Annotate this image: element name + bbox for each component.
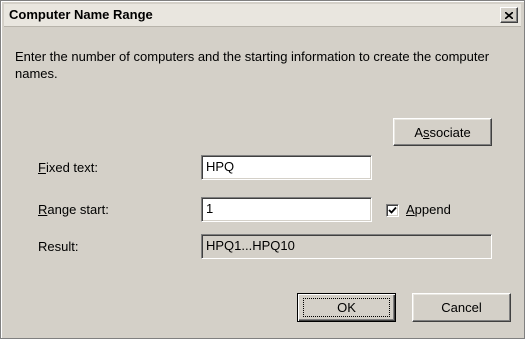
range-start-input[interactable]: 1: [201, 197, 372, 222]
close-button[interactable]: [500, 7, 518, 23]
result-label: Result:: [38, 239, 79, 254]
result-field: HPQ1...HPQ10: [201, 234, 492, 259]
range-start-label: Range start:: [38, 202, 109, 217]
computer-name-range-dialog: Computer Name Range Enter the number of …: [0, 0, 525, 339]
append-checkbox[interactable]: [386, 204, 399, 217]
fixed-text-input[interactable]: HPQ: [201, 155, 372, 180]
fixed-text-label: Fixed text:: [38, 160, 98, 175]
dialog-description: Enter the number of computers and the st…: [15, 49, 490, 81]
append-label[interactable]: Append: [406, 202, 451, 217]
associate-button[interactable]: Associate: [393, 118, 492, 146]
close-icon: [505, 11, 513, 19]
ok-button[interactable]: OK: [297, 293, 396, 322]
cancel-button[interactable]: Cancel: [412, 293, 511, 322]
dialog-title: Computer Name Range: [9, 7, 153, 22]
checkmark-icon: [388, 206, 397, 214]
title-bar: Computer Name Range: [4, 4, 521, 27]
